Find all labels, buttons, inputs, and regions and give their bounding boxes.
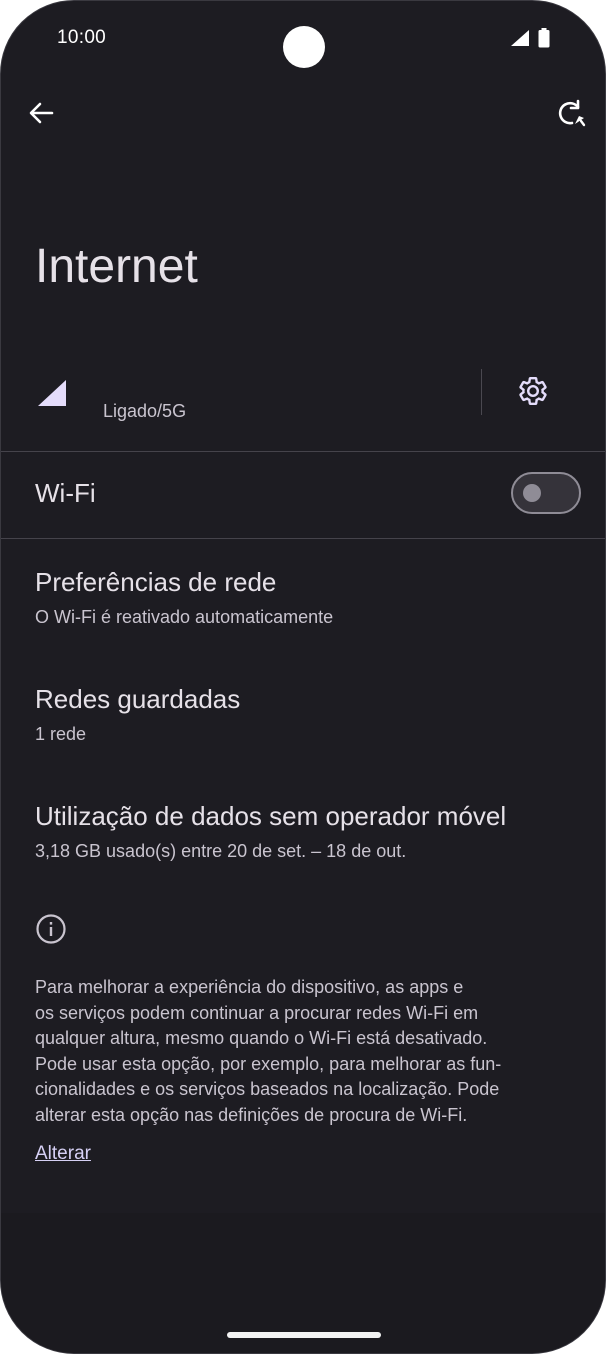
item-subtitle: O Wi-Fi é reativado automaticamente — [35, 607, 334, 627]
info-line: Pode usar esta opção, por exemplo, para … — [35, 1053, 502, 1074]
mobile-network-row[interactable]: Ligado/5G — [1, 353, 605, 451]
info-icon — [35, 913, 67, 950]
item-title: Utilização de dados sem operador móvel — [35, 801, 507, 831]
wifi-scanning-info: Para melhorar a experiência do dispositi… — [35, 975, 575, 1128]
status-icons — [510, 28, 550, 53]
info-line: cionalidades e os serviços baseados na l… — [35, 1079, 500, 1099]
camera-cutout — [283, 26, 325, 68]
network-preferences-item[interactable]: Preferências de rede O Wi-Fi é reativado… — [1, 567, 605, 637]
status-time: 10:00 — [57, 27, 107, 48]
wifi-toggle[interactable] — [511, 472, 581, 514]
item-subtitle: 1 rede — [35, 724, 87, 744]
item-title: Redes guardadas — [35, 684, 241, 714]
toggle-thumb — [523, 484, 541, 502]
saved-networks-item[interactable]: Redes guardadas 1 rede — [1, 684, 605, 754]
battery-icon — [538, 28, 550, 53]
refresh-icon — [556, 98, 586, 133]
wifi-row[interactable]: Wi-Fi — [1, 452, 605, 538]
item-subtitle: 3,18 GB usado(s) entre 20 de set. – 18 d… — [35, 841, 407, 861]
info-line: qualquer altura, mesmo quando o Wi-Fi es… — [35, 1028, 488, 1048]
page-title: Internet — [35, 240, 198, 293]
info-line: os serviços podem continuar a procurar r… — [35, 1002, 479, 1023]
signal-icon — [510, 29, 530, 52]
info-line: Para melhorar a experiência do dispositi… — [35, 977, 464, 997]
mobile-network-status: Ligado/5G — [103, 401, 187, 421]
item-title: Preferências de rede — [35, 567, 277, 597]
cellular-signal-icon — [37, 379, 67, 412]
gear-icon — [517, 375, 549, 412]
refresh-button[interactable] — [553, 97, 589, 133]
divider — [1, 538, 605, 539]
change-link[interactable]: Alterar — [35, 1143, 91, 1165]
non-carrier-data-usage-item[interactable]: Utilização de dados sem operador móvel 3… — [1, 801, 605, 871]
arrow-back-icon — [28, 100, 54, 131]
mobile-network-settings-button[interactable] — [513, 373, 553, 413]
home-indicator[interactable] — [227, 1332, 381, 1338]
wifi-label: Wi-Fi — [35, 478, 96, 508]
vertical-divider — [481, 369, 482, 415]
phone-screen: 10:00 Internet Ligado/5G Wi-Fi Preferênc… — [0, 0, 606, 1354]
info-line: alterar esta opção nas definições de pro… — [35, 1104, 468, 1125]
back-button[interactable] — [25, 99, 57, 131]
